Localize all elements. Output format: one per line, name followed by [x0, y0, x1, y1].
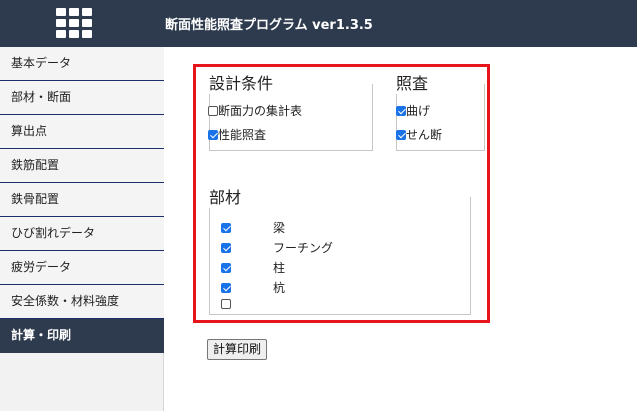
- sidebar-item-fatigue-data[interactable]: 疲労データ: [0, 251, 164, 285]
- checkbox-shear[interactable]: [396, 129, 406, 140]
- member-label: 柱: [273, 261, 286, 275]
- option-label: 性能照査: [218, 128, 267, 142]
- sidebar: 基本データ 部材・断面 算出点 鉄筋配置 鉄骨配置 ひび割れデータ 疲労データ …: [0, 47, 164, 411]
- option-label: 断面力の集計表: [218, 104, 303, 118]
- sidebar-item-rebar-layout[interactable]: 鉄筋配置: [0, 149, 164, 183]
- sidebar-item-steel-layout[interactable]: 鉄骨配置: [0, 183, 164, 217]
- option-label: せん断: [406, 128, 443, 142]
- sidebar-item-crack-data[interactable]: ひび割れデータ: [0, 217, 164, 251]
- member-row-pile[interactable]: 杭: [221, 279, 285, 296]
- top-bar: 断面性能照査プログラム ver1.3.5: [0, 0, 637, 47]
- calc-print-button[interactable]: 計算印刷: [207, 339, 268, 360]
- checkbox-beam[interactable]: [221, 222, 231, 233]
- grid-cell: [69, 30, 79, 38]
- sidebar-item-members-sections[interactable]: 部材・断面: [0, 81, 164, 115]
- option-shear[interactable]: せん断: [396, 126, 442, 143]
- option-label: 曲げ: [406, 104, 431, 118]
- member-label: フーチング: [273, 241, 334, 255]
- members-title: 部材: [209, 184, 242, 208]
- grid-cell: [69, 8, 79, 16]
- sidebar-item-calc-print[interactable]: 計算・印刷: [0, 319, 164, 353]
- checkbox-pile[interactable]: [221, 282, 231, 293]
- checkbox-empty[interactable]: [221, 299, 231, 309]
- checkbox-section-force-table[interactable]: [208, 105, 218, 116]
- option-section-force-table[interactable]: 断面力の集計表: [208, 102, 302, 119]
- checkbox-bending[interactable]: [396, 105, 406, 116]
- member-row-footing[interactable]: フーチング: [221, 239, 333, 256]
- grid-cell: [56, 30, 66, 38]
- options-highlight-frame: 設計条件 断面力の集計表 性能照査 照査 曲げ せん断 部材 梁 フーチング 柱…: [193, 64, 490, 323]
- members-group: [209, 197, 471, 315]
- app-menu-grid-icon[interactable]: [56, 8, 92, 38]
- grid-cell: [69, 19, 79, 27]
- app-title: 断面性能照査プログラム ver1.3.5: [165, 18, 373, 33]
- checkbox-footing[interactable]: [221, 242, 231, 253]
- option-performance-check[interactable]: 性能照査: [208, 126, 266, 143]
- sidebar-item-basic-data[interactable]: 基本データ: [0, 47, 164, 81]
- grid-cell: [56, 8, 66, 16]
- checkbox-performance-check[interactable]: [208, 129, 218, 140]
- sidebar-item-safety-factors[interactable]: 安全係数・材料強度: [0, 285, 164, 319]
- member-label: 梁: [273, 221, 286, 235]
- member-label: 杭: [273, 281, 286, 295]
- grid-cell: [56, 19, 66, 27]
- member-row-column[interactable]: 柱: [221, 259, 285, 276]
- grid-cell: [82, 8, 92, 16]
- verification-title: 照査: [396, 70, 429, 94]
- checkbox-column[interactable]: [221, 262, 231, 273]
- member-row-beam[interactable]: 梁: [221, 219, 285, 236]
- design-conditions-title: 設計条件: [209, 70, 274, 94]
- option-bending[interactable]: 曲げ: [396, 102, 430, 119]
- member-row-empty[interactable]: [221, 299, 273, 309]
- grid-cell: [82, 30, 92, 38]
- sidebar-item-calc-points[interactable]: 算出点: [0, 115, 164, 149]
- grid-cell: [82, 19, 92, 27]
